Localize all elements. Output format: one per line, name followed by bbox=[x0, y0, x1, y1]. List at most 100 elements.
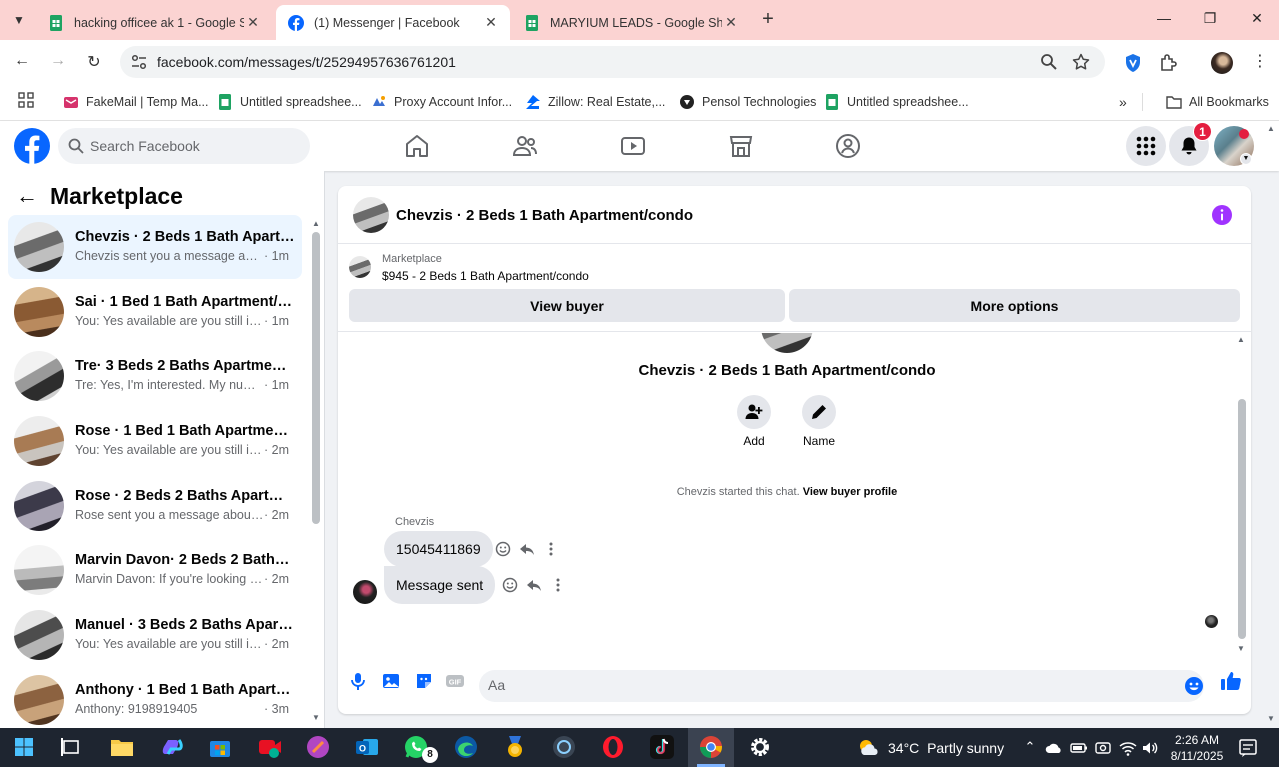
bookmark-zillow[interactable]: Zillow: Real Estate,... bbox=[525, 93, 665, 111]
forward-arrow-icon[interactable]: → bbox=[48, 52, 68, 72]
tab-messenger[interactable]: (1) Messenger | Facebook ✕ bbox=[276, 5, 510, 40]
chat-title[interactable]: Chevzis · 2 Beds 1 Bath Apartment/condo bbox=[396, 207, 693, 224]
friends-icon[interactable] bbox=[512, 133, 538, 159]
reply-icon[interactable] bbox=[526, 577, 542, 593]
video-icon[interactable] bbox=[620, 133, 646, 159]
thumbs-up-icon[interactable] bbox=[1220, 670, 1242, 692]
sticker-icon[interactable] bbox=[414, 671, 434, 691]
chat-scrollbar-thumb[interactable] bbox=[1238, 399, 1246, 639]
camera-tray-icon[interactable] bbox=[1094, 739, 1112, 757]
add-contact-action[interactable]: Add bbox=[729, 395, 779, 448]
back-arrow-icon[interactable]: ← bbox=[16, 184, 40, 209]
bookmark-pensol[interactable]: Pensol Technologies bbox=[679, 93, 816, 111]
microphone-icon[interactable] bbox=[348, 671, 368, 691]
photo-icon[interactable] bbox=[381, 671, 401, 691]
weather-widget[interactable]: 34°C Partly sunny bbox=[856, 738, 1004, 758]
volume-icon[interactable] bbox=[1141, 739, 1159, 757]
restore-icon[interactable]: ❐ bbox=[1200, 10, 1220, 30]
info-icon[interactable] bbox=[1212, 205, 1232, 225]
edit-name-action[interactable]: Name bbox=[794, 395, 844, 448]
vpn-shield-icon[interactable] bbox=[1123, 53, 1143, 73]
address-bar[interactable]: facebook.com/messages/t/2529495763676120… bbox=[120, 46, 1105, 78]
conversation-item[interactable]: Chevzis · 2 Beds 1 Bath Apartment/condo … bbox=[8, 215, 302, 279]
microsoft-store-icon[interactable] bbox=[207, 734, 233, 760]
window-close-icon[interactable]: ✕ bbox=[1247, 10, 1267, 30]
battery-icon[interactable] bbox=[1070, 739, 1088, 757]
system-clock[interactable]: 2:26 AM 8/11/2025 bbox=[1168, 732, 1226, 764]
message-input[interactable] bbox=[488, 677, 1168, 693]
all-bookmarks-folder[interactable]: All Bookmarks bbox=[1166, 93, 1269, 111]
screen-tool-icon[interactable] bbox=[551, 734, 577, 760]
profile-avatar-icon[interactable] bbox=[1211, 52, 1233, 74]
purple-app-icon[interactable] bbox=[305, 734, 331, 760]
opera-icon[interactable] bbox=[600, 734, 626, 760]
notification-center-icon[interactable] bbox=[1238, 738, 1258, 758]
gif-icon[interactable]: GIF bbox=[445, 671, 465, 691]
facebook-logo-icon[interactable] bbox=[14, 128, 50, 164]
windows-start-icon[interactable] bbox=[11, 734, 37, 760]
facebook-search[interactable]: Search Facebook bbox=[58, 128, 310, 164]
extensions-puzzle-icon[interactable] bbox=[1158, 53, 1178, 73]
chat-scroll-down-arrow-icon[interactable]: ▼ bbox=[1237, 644, 1245, 653]
more-vertical-icon[interactable] bbox=[550, 577, 566, 593]
groups-icon[interactable] bbox=[835, 133, 861, 159]
chevron-down-icon[interactable]: ▼ bbox=[1240, 153, 1252, 165]
close-icon[interactable]: ✕ bbox=[722, 14, 740, 31]
edge-icon[interactable] bbox=[453, 734, 479, 760]
site-settings-icon[interactable] bbox=[130, 53, 148, 71]
emoji-icon[interactable] bbox=[1184, 676, 1204, 696]
sidebar-scroll-down-arrow-icon[interactable]: ▼ bbox=[312, 713, 320, 722]
minimize-icon[interactable]: ― bbox=[1154, 10, 1174, 30]
add-person-button[interactable] bbox=[737, 395, 771, 429]
more-bookmarks-chevron-icon[interactable]: » bbox=[1119, 93, 1127, 111]
conversation-item[interactable]: Manuel · 3 Beds 2 Baths Apartment/condo … bbox=[8, 603, 302, 667]
conversation-item[interactable]: Tre· 3 Beds 2 Baths Apartment/condo Tre:… bbox=[8, 344, 302, 408]
tab-maryium-leads[interactable]: MARYIUM LEADS - Google Shee ✕ bbox=[512, 5, 750, 40]
back-arrow-icon[interactable]: ← bbox=[12, 52, 32, 72]
reload-icon[interactable]: ↻ bbox=[84, 52, 104, 72]
apps-grid-icon[interactable] bbox=[18, 92, 34, 108]
react-emoji-icon[interactable] bbox=[502, 577, 518, 593]
bookmark-fakemail[interactable]: FakeMail | Temp Ma... bbox=[63, 93, 209, 111]
task-view-icon[interactable] bbox=[58, 734, 84, 760]
reply-icon[interactable] bbox=[519, 541, 535, 557]
bookmark-proxy-account[interactable]: Proxy Account Infor... bbox=[371, 93, 512, 111]
page-scroll-up-arrow-icon[interactable]: ▲ bbox=[1267, 124, 1275, 133]
chrome-icon[interactable] bbox=[698, 734, 724, 760]
page-scroll-down-arrow-icon[interactable]: ▼ bbox=[1267, 714, 1275, 723]
settings-gear-icon[interactable] bbox=[747, 734, 773, 760]
conversation-item[interactable]: Rose · 1 Bed 1 Bath Apartment/condo You:… bbox=[8, 409, 302, 473]
zoom-icon[interactable] bbox=[1040, 53, 1058, 71]
conversation-item[interactable]: Marvin Davon· 2 Beds 2 Baths Apartment/c… bbox=[8, 538, 302, 602]
video-camera-app-icon[interactable] bbox=[257, 734, 283, 760]
bookmark-untitled-spreadsheet-1[interactable]: Untitled spreadshee... bbox=[217, 93, 362, 111]
more-options-button[interactable]: More options bbox=[789, 289, 1240, 322]
close-icon[interactable]: ✕ bbox=[482, 14, 500, 31]
sender-avatar[interactable] bbox=[353, 580, 377, 604]
chat-scroll-up-arrow-icon[interactable]: ▲ bbox=[1237, 335, 1245, 344]
sidebar-scrollbar-thumb[interactable] bbox=[312, 232, 320, 524]
conversation-item[interactable]: Sai · 1 Bed 1 Bath Apartment/condo You: … bbox=[8, 280, 302, 344]
tab-search-chevron-icon[interactable]: ▼ bbox=[6, 8, 32, 32]
view-buyer-profile-link[interactable]: View buyer profile bbox=[803, 486, 898, 498]
outlook-icon[interactable]: O bbox=[354, 734, 380, 760]
chat-listing-avatar[interactable] bbox=[353, 197, 389, 233]
wifi-icon[interactable] bbox=[1119, 739, 1137, 757]
medal-app-icon[interactable] bbox=[502, 734, 528, 760]
copilot-icon[interactable] bbox=[159, 734, 185, 760]
sidebar-scroll-up-arrow-icon[interactable]: ▲ bbox=[312, 219, 320, 228]
react-emoji-icon[interactable] bbox=[495, 541, 511, 557]
home-icon[interactable] bbox=[404, 133, 430, 159]
show-hidden-icons-chevron-icon[interactable]: ⌃ bbox=[1021, 739, 1039, 757]
kebab-menu-icon[interactable]: ⋮ bbox=[1250, 53, 1270, 73]
bookmark-star-icon[interactable] bbox=[1072, 53, 1090, 71]
view-buyer-button[interactable]: View buyer bbox=[349, 289, 785, 322]
listing-price-title[interactable]: $945 - 2 Beds 1 Bath Apartment/condo bbox=[382, 269, 589, 283]
conversation-item[interactable]: Anthony · 1 Bed 1 Bath Apartment/condo A… bbox=[8, 668, 302, 728]
new-tab-plus-icon[interactable]: + bbox=[758, 9, 778, 30]
marketplace-icon[interactable] bbox=[728, 133, 754, 159]
tab-hacking-officee[interactable]: hacking officee ak 1 - Google Sh ✕ bbox=[36, 5, 272, 40]
message-input-container[interactable] bbox=[479, 670, 1204, 702]
conversation-item[interactable]: Rose · 2 Beds 2 Baths Apartment/condo Ro… bbox=[8, 474, 302, 538]
file-explorer-icon[interactable] bbox=[109, 734, 135, 760]
